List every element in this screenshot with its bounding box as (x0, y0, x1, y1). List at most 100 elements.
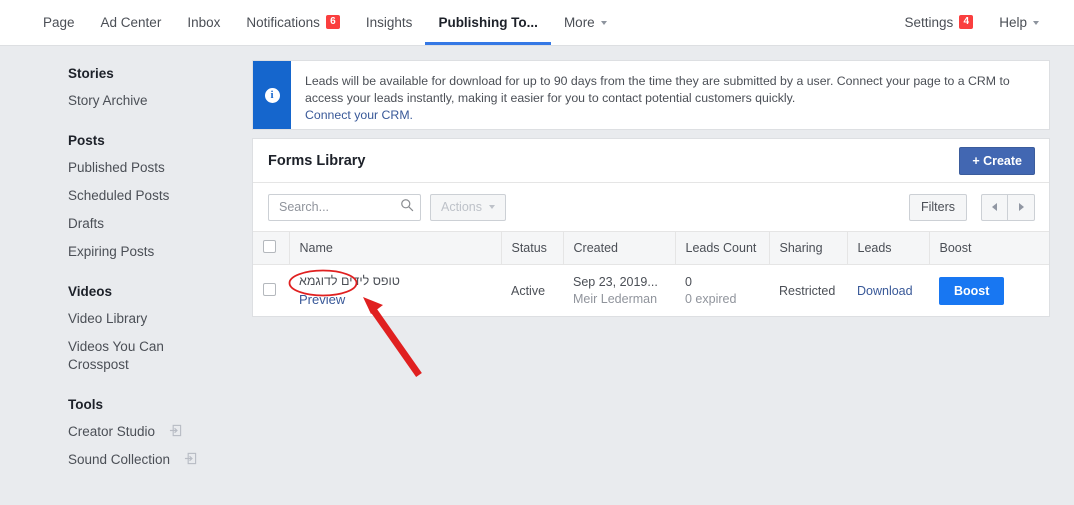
leads-expired-value: 0 expired (685, 292, 737, 306)
open-external-icon (184, 452, 197, 470)
sidebar-item-label: Expiring Posts (68, 244, 155, 259)
sidebar-item-label: Creator Studio (68, 424, 156, 439)
search-box[interactable] (268, 193, 421, 221)
select-all-checkbox[interactable] (263, 240, 276, 253)
filters-label: Filters (920, 200, 955, 214)
table-row: טופס לידים לדוגמא Preview Active Sep 23,… (253, 265, 1049, 317)
banner-body: Leads will be available for download for… (291, 61, 1049, 129)
banner-text: Leads will be available for download for… (305, 74, 1010, 105)
nav-item-label: Notifications (246, 15, 320, 30)
open-external-icon (169, 424, 182, 442)
sidebar-item-story-archive[interactable]: Story Archive (0, 87, 250, 115)
table-body: טופס לידים לדוגמא Preview Active Sep 23,… (253, 265, 1049, 317)
table-header: Name Status Created Leads Count Sharing … (253, 231, 1049, 265)
cell-leads-count: 0 0 expired (675, 265, 769, 317)
create-button[interactable]: + Create (959, 146, 1035, 175)
sidebar-item-label: Sound Collection (68, 452, 171, 467)
column-header-name[interactable]: Name (289, 231, 502, 265)
chevron-down-icon (1033, 20, 1039, 25)
sidebar-item-label: Drafts (68, 216, 105, 231)
next-page-button[interactable] (1008, 193, 1035, 221)
filters-button[interactable]: Filters (908, 193, 967, 221)
nav-item-label: More (563, 15, 595, 30)
sidebar-group-title-posts: Posts (68, 133, 105, 148)
search-icon (400, 198, 414, 217)
sidebar-item-label: Published Posts (68, 160, 165, 175)
column-header-boost[interactable]: Boost (929, 231, 1049, 265)
cell-sharing: Restricted (779, 283, 836, 298)
nav-item-more[interactable]: More (551, 0, 620, 45)
banner-accent-bar: i (253, 61, 291, 129)
select-all-cell (253, 231, 290, 265)
search-input[interactable] (277, 199, 400, 215)
nav-item-label: Page (43, 15, 75, 30)
nav-item-label: Ad Center (100, 15, 162, 30)
created-date: Sep 23, 2019... (573, 275, 658, 289)
top-navigation-bar: Page Ad Center Inbox Notifications 6 Ins… (0, 0, 1074, 46)
card-header: Forms Library + Create (253, 139, 1049, 183)
column-header-status[interactable]: Status (501, 231, 564, 265)
sidebar-item-label: Videos You Can Crosspost (68, 339, 164, 372)
leads-info-banner: i Leads will be available for download f… (252, 60, 1050, 130)
sidebar-item-published-posts[interactable]: Published Posts (0, 154, 250, 182)
form-name-text: טופס לידים לדוגמא (299, 274, 400, 288)
actions-label: Actions (441, 200, 482, 214)
top-nav-right-group: Settings 4 Help (891, 0, 1052, 45)
cell-leads: Download (847, 265, 929, 317)
main-content: i Leads will be available for download f… (250, 46, 1074, 505)
nav-item-settings[interactable]: Settings 4 (891, 0, 986, 45)
settings-badge: 4 (959, 14, 974, 29)
nav-item-inbox[interactable]: Inbox (174, 0, 233, 45)
cell-status: Active (511, 283, 546, 298)
sidebar-item-label: Story Archive (68, 93, 148, 108)
leads-count-value: 0 (685, 275, 692, 289)
boost-button[interactable]: Boost (939, 276, 1005, 305)
connect-crm-link[interactable]: Connect your CRM. (305, 108, 413, 122)
actions-dropdown[interactable]: Actions (430, 193, 506, 221)
chevron-down-icon (489, 205, 495, 209)
nav-item-insights[interactable]: Insights (353, 0, 426, 45)
sidebar-item-videos-you-can-crosspost[interactable]: Videos You Can Crosspost (0, 333, 250, 379)
cell-created: Sep 23, 2019... Meir Lederman (563, 265, 675, 317)
sidebar: Stories Story Archive Posts Published Po… (0, 46, 250, 505)
nav-item-label: Insights (365, 15, 413, 30)
forms-library-card: Forms Library + Create Actions Filter (252, 138, 1050, 317)
sidebar-group-title-videos: Videos (68, 284, 113, 299)
chevron-right-icon (1018, 203, 1024, 211)
notifications-badge: 6 (325, 14, 340, 29)
sidebar-group-title-stories: Stories (68, 66, 114, 81)
column-header-sharing[interactable]: Sharing (769, 231, 848, 265)
cell-name: טופס לידים לדוגמא Preview (289, 265, 501, 317)
forms-toolbar: Actions Filters (253, 183, 1049, 231)
nav-item-label: Settings (904, 15, 954, 30)
column-header-leads[interactable]: Leads (847, 231, 930, 265)
row-checkbox[interactable] (263, 282, 276, 296)
nav-item-publishing-tools[interactable]: Publishing To... (425, 0, 551, 45)
chevron-down-icon (600, 20, 607, 25)
sidebar-item-expiring-posts[interactable]: Expiring Posts (0, 238, 250, 266)
table-header-row: Name Status Created Leads Count Sharing … (253, 231, 1049, 265)
prev-page-button[interactable] (981, 193, 1008, 221)
column-header-leads-count[interactable]: Leads Count (675, 231, 770, 265)
sidebar-item-scheduled-posts[interactable]: Scheduled Posts (0, 182, 250, 210)
nav-item-page[interactable]: Page (30, 0, 88, 45)
sidebar-item-video-library[interactable]: Video Library (0, 305, 250, 333)
pagination-controls (981, 193, 1035, 221)
sidebar-item-sound-collection[interactable]: Sound Collection (0, 446, 250, 474)
sidebar-group-title-tools: Tools (68, 397, 103, 412)
nav-item-label: Help (999, 15, 1027, 30)
cell-boost: Boost (929, 265, 1049, 317)
download-link[interactable]: Download (857, 284, 913, 298)
column-header-created[interactable]: Created (563, 231, 676, 265)
nav-item-label: Inbox (187, 15, 221, 30)
sidebar-item-label: Video Library (68, 311, 148, 326)
sidebar-item-drafts[interactable]: Drafts (0, 210, 250, 238)
nav-item-ad-center[interactable]: Ad Center (88, 0, 175, 45)
nav-item-label: Publishing To... (438, 15, 538, 30)
preview-link[interactable]: Preview (299, 292, 345, 307)
sidebar-item-creator-studio[interactable]: Creator Studio (0, 418, 250, 446)
page-title: Forms Library (268, 152, 366, 169)
nav-item-help[interactable]: Help (986, 0, 1052, 45)
nav-item-notifications[interactable]: Notifications 6 (233, 0, 353, 45)
row-select-cell (253, 265, 289, 317)
